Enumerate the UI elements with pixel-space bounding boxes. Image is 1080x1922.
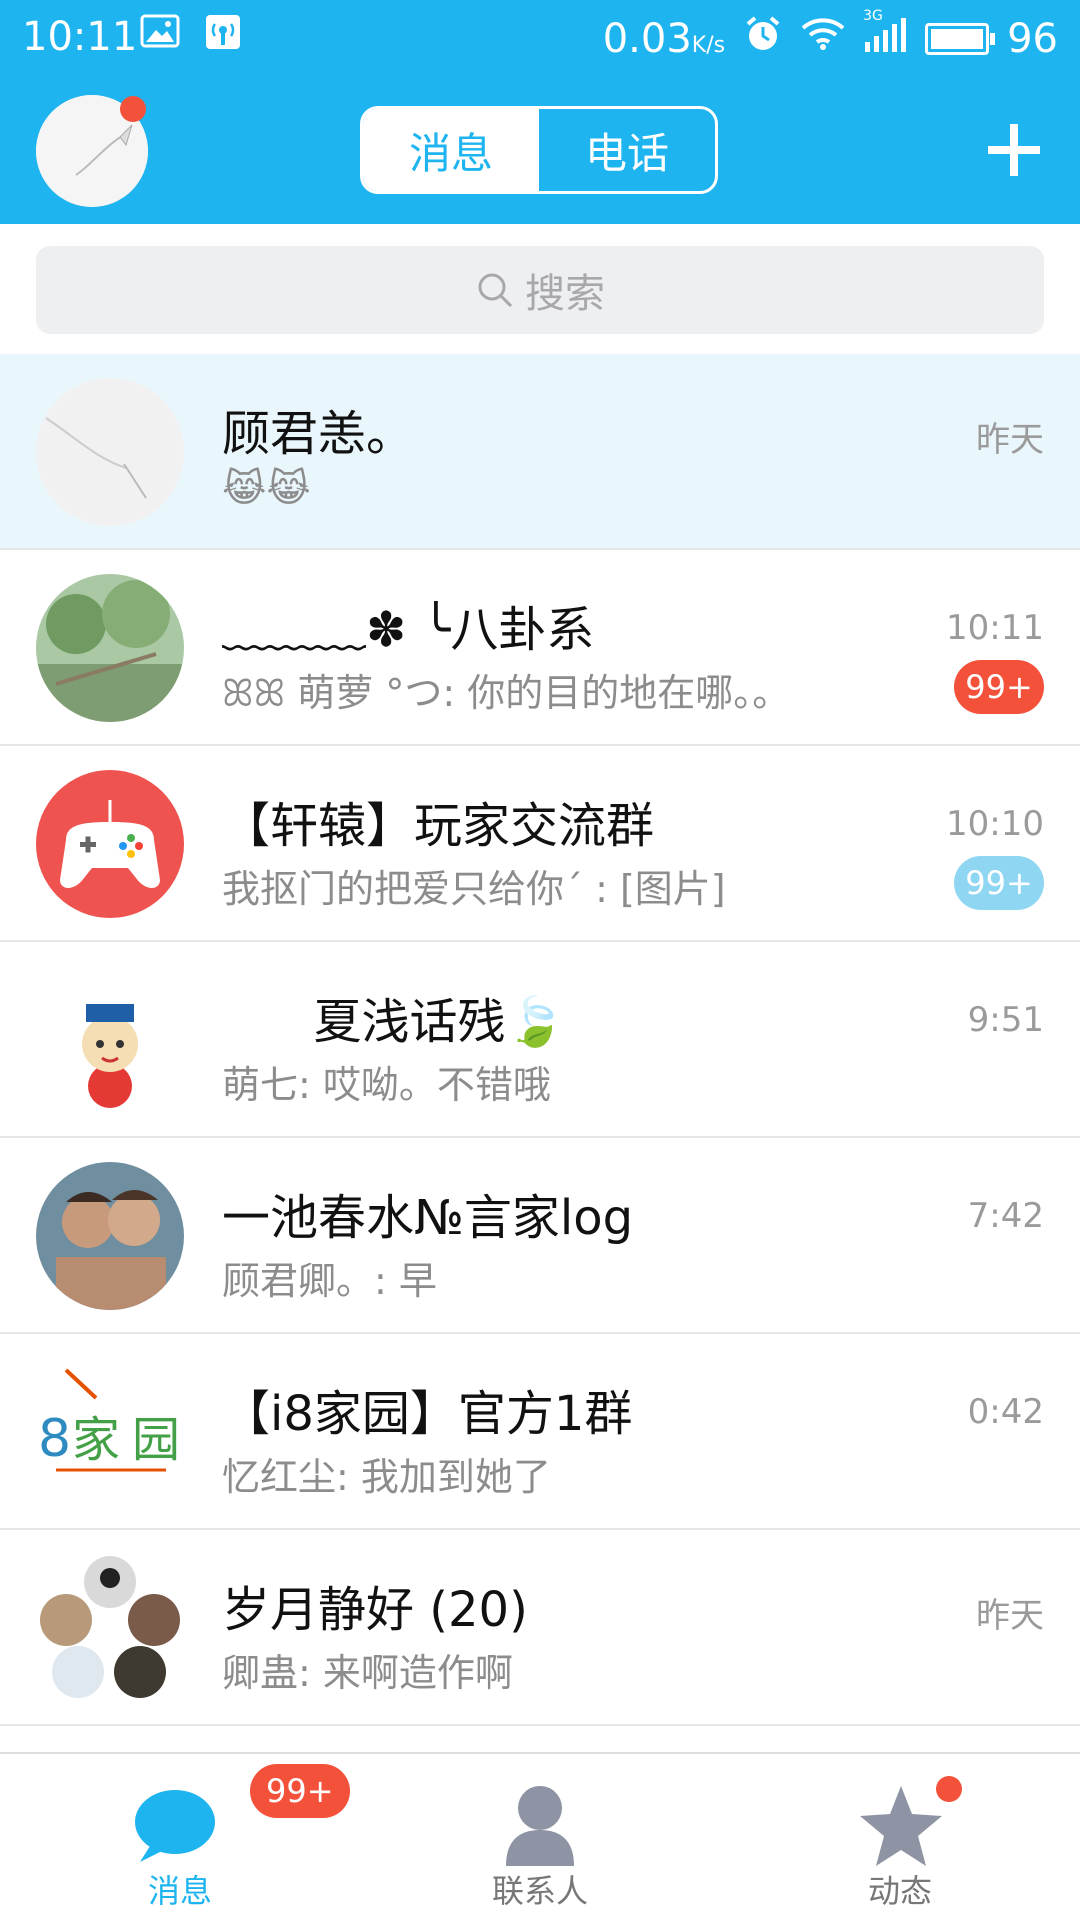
wifi-icon (801, 16, 845, 62)
search-placeholder: 搜索 (525, 271, 605, 317)
conversation-list: 顾君恙。 😹😹 昨天 ﹏﹏﹏✽ ╰八卦系 ꕤꕤ 萌萝 °つ: 你的目的地在哪。。… (0, 354, 1080, 1726)
alarm-icon (743, 14, 783, 64)
status-bar: 10:11 0.03K/s 3G 96 (0, 0, 1080, 80)
nav-messages[interactable]: 99+ 消息 (80, 1754, 350, 1922)
nav-contacts[interactable]: 联系人 (440, 1754, 640, 1922)
conversation-row[interactable]: 【轩辕】玩家交流群 我抠门的把爱只给你ˊ : [图片] 10:10 99+ (0, 746, 1080, 942)
conversation-title: 【i8家园】官方1群 (222, 1386, 633, 1442)
unread-badge: 99+ (954, 856, 1044, 910)
top-bar: 10:11 0.03K/s 3G 96 消息 电话 (0, 0, 1080, 224)
svg-text:8: 8 (38, 1409, 71, 1469)
nav-feed[interactable]: 动态 (800, 1754, 1000, 1922)
avatar (36, 574, 184, 722)
hotspot-notification-icon (205, 14, 241, 59)
conversation-preview: 😹😹 (222, 466, 311, 510)
conversation-row[interactable]: 一池春水№言家log 顾君卿。: 早 7:42 (0, 1138, 1080, 1334)
avatar (36, 770, 184, 918)
nav-feed-label: 动态 (867, 1872, 932, 1910)
conversation-title: ﹏﹏﹏✽ ╰八卦系 (222, 602, 595, 658)
conversation-time: 10:10 (946, 804, 1044, 844)
message-call-switch: 消息 电话 (360, 106, 718, 194)
conversation-title: 岁月静好 (20) (222, 1582, 528, 1638)
avatar (36, 1162, 184, 1310)
conversation-row[interactable]: 8家园 【i8家园】官方1群 忆红尘: 我加到她了 0:42 (0, 1334, 1080, 1530)
avatar (36, 966, 184, 1114)
conversation-time: 9:51 (967, 1000, 1044, 1040)
feed-notification-dot (936, 1776, 962, 1802)
svg-text:园: 园 (132, 1412, 180, 1468)
chat-bubble-icon (135, 1790, 215, 1862)
add-button[interactable] (984, 120, 1044, 180)
conversation-row[interactable]: 岁月静好 (20) 卿蛊: 来啊造作啊 昨天 (0, 1530, 1080, 1726)
conversation-time: 0:42 (967, 1392, 1044, 1432)
search-bar[interactable]: 搜索 (36, 246, 1044, 334)
nav-messages-label: 消息 (147, 1872, 212, 1910)
conversation-time: 昨天 (976, 420, 1044, 460)
bottom-navigation: 99+ 消息 联系人 动态 (0, 1752, 1080, 1922)
search-icon (478, 273, 513, 308)
tab-messages[interactable]: 消息 (363, 109, 539, 191)
conversation-title: 夏浅话残🍃 (222, 994, 566, 1050)
group-avatar (36, 1554, 184, 1702)
conversation-time: 7:42 (967, 1196, 1044, 1236)
battery-level: 96 (1007, 16, 1058, 62)
conversation-preview: 忆红尘: 我加到她了 (222, 1455, 551, 1499)
conversation-row[interactable]: ﹏﹏﹏✽ ╰八卦系 ꕤꕤ 萌萝 °つ: 你的目的地在哪。。 10:11 99+ (0, 550, 1080, 746)
conversation-title: 【轩辕】玩家交流群 (222, 798, 655, 854)
network-speed: 0.03K/s (602, 16, 726, 62)
nav-contacts-label: 联系人 (491, 1872, 588, 1910)
conversation-preview: ꕤꕤ 萌萝 °つ: 你的目的地在哪。。 (222, 671, 791, 715)
battery-icon (925, 23, 996, 55)
star-icon (860, 1786, 942, 1866)
conversation-time: 10:11 (946, 608, 1044, 648)
conversation-row[interactable]: 夏浅话残🍃 萌七: 哎呦。不错哦 9:51 (0, 942, 1080, 1138)
tab-calls[interactable]: 电话 (539, 109, 715, 191)
conversation-time: 昨天 (976, 1596, 1044, 1636)
gamepad-icon (36, 770, 184, 918)
conversation-title: 顾君恙。 (222, 406, 415, 462)
status-time: 10:11 (22, 14, 138, 60)
messages-unread-badge: 99+ (250, 1764, 350, 1818)
conversation-preview: 萌七: 哎呦。不错哦 (222, 1063, 551, 1107)
svg-text:家: 家 (72, 1412, 120, 1468)
plus-icon (988, 124, 1040, 176)
status-right: 0.03K/s 3G 96 (602, 8, 1058, 64)
conversation-preview: 卿蛊: 来啊造作啊 (222, 1651, 513, 1695)
image-notification-icon (140, 14, 180, 57)
signal-icon: 3G (863, 8, 907, 62)
avatar: 8家园 (36, 1358, 184, 1506)
conversation-row[interactable]: 顾君恙。 😹😹 昨天 (0, 354, 1080, 550)
conversation-preview: 顾君卿。: 早 (222, 1259, 437, 1303)
unread-badge: 99+ (954, 660, 1044, 714)
conversation-preview: 我抠门的把爱只给你ˊ : [图片] (222, 867, 726, 911)
profile-notification-dot (120, 96, 146, 122)
person-icon (506, 1786, 574, 1866)
conversation-title: 一池春水№言家log (222, 1190, 634, 1246)
avatar (36, 378, 184, 526)
